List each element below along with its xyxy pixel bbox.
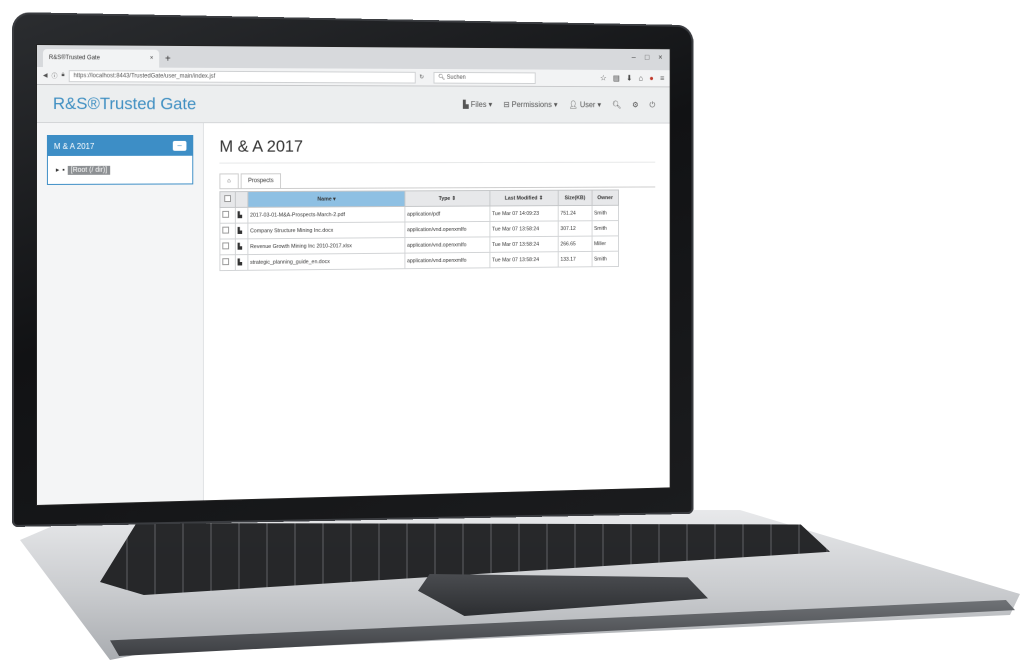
file-type: application/vnd.openxmlfo — [404, 236, 490, 254]
home-icon[interactable]: ⌂ — [639, 74, 643, 83]
tab-prospects[interactable]: Prospects — [240, 173, 282, 189]
file-icon: ▙ — [235, 223, 248, 239]
top-menu: ▙ Files ▾ ⊟ Permissions ▾ 👤︎ User ▾ 🔍︎ ⚙… — [463, 100, 655, 110]
file-size: 133.17 — [558, 251, 592, 268]
folder-panel: M & A 2017 – ▸ ▪ [Root (/ dir)] — [46, 134, 194, 185]
browser-tab-title: R&S®Trusted Gate — [48, 55, 100, 62]
close-tab-icon[interactable]: × — [150, 56, 153, 62]
header-last-modified[interactable]: Last Modified ⇕ — [489, 190, 559, 206]
url-field[interactable]: https://localhost:8443/TrustedGate/user_… — [68, 69, 416, 84]
files-menu[interactable]: ▙ Files ▾ — [463, 100, 492, 109]
address-bar: ◀ ⓘ 🔒︎ https://localhost:8443/TrustedGat… — [36, 67, 670, 88]
permissions-menu[interactable]: ⊟ Permissions ▾ — [503, 100, 557, 109]
page-title: M & A 2017 — [219, 136, 656, 164]
tree-node-root[interactable]: [Root (/ dir)] — [67, 165, 111, 175]
row-checkbox[interactable] — [219, 207, 236, 224]
collapse-button[interactable]: – — [172, 140, 187, 151]
app-header: R&S®Trusted Gate ▙ Files ▾ ⊟ Permissions… — [36, 85, 670, 124]
browser-tabbar: R&S®Trusted Gate × + – □ × — [36, 45, 670, 71]
laptop: R&S®Trusted Gate × + – □ × ◀ ⓘ 🔒︎ https:… — [0, 0, 1025, 663]
bookmark-star-icon[interactable]: ☆ — [600, 74, 607, 83]
browser-toolbar-icons: ☆ ▤ ⬇ ⌂ ● ≡ — [600, 74, 664, 83]
tree-expand-icon[interactable]: ▸ — [56, 166, 59, 174]
sidebar: M & A 2017 – ▸ ▪ [Root (/ dir)] — [36, 123, 204, 506]
power-icon[interactable]: ⏻ — [650, 100, 656, 110]
file-owner: Smith — [591, 220, 619, 237]
file-owner: Smith — [591, 205, 619, 221]
tab-strip: ⌂ Prospects — [219, 172, 656, 190]
lock-icon: 🔒︎ — [61, 72, 65, 79]
row-checkbox[interactable] — [219, 254, 236, 271]
folder-icon: ▪ — [62, 166, 65, 174]
minimize-icon[interactable]: – — [632, 53, 636, 62]
info-icon[interactable]: ⓘ — [52, 71, 58, 80]
select-all-checkbox[interactable] — [219, 191, 236, 208]
new-tab-icon[interactable]: + — [165, 54, 171, 65]
close-window-icon[interactable]: × — [658, 53, 662, 62]
search-icon[interactable]: 🔍︎ — [612, 101, 621, 110]
file-icon: ▙ — [235, 254, 248, 271]
file-owner: Miller — [591, 235, 619, 252]
header-owner[interactable]: Owner — [591, 189, 619, 206]
file-type: application/vnd.openxmlfo — [404, 221, 490, 238]
file-icon: ▙ — [235, 238, 248, 255]
file-icon: ▙ — [235, 207, 248, 224]
file-size: 307.12 — [558, 220, 592, 237]
file-owner: Smith — [591, 251, 619, 267]
file-name[interactable]: 2017-03-01-M&A-Prospects-March-2.pdf — [247, 206, 405, 224]
file-modified: Tue Mar 07 13:58:24 — [489, 220, 559, 237]
file-type: application/pdf — [404, 205, 490, 223]
reload-icon[interactable]: ↻ — [419, 74, 424, 81]
addon-icon[interactable]: ● — [649, 74, 653, 83]
settings-icon[interactable]: ⚙ — [632, 101, 639, 110]
files-menu-label: Files ▾ — [470, 100, 493, 109]
menu-icon[interactable]: ≡ — [660, 74, 664, 83]
laptop-screen: R&S®Trusted Gate × + – □ × ◀ ⓘ 🔒︎ https:… — [36, 44, 671, 506]
folder-panel-title: M & A 2017 — [53, 141, 95, 151]
row-checkbox[interactable] — [219, 223, 236, 240]
browser-search-input[interactable]: 🔍︎ Suchen — [433, 71, 536, 84]
browser-search-placeholder: Suchen — [446, 74, 466, 81]
main-area: M & A 2017 ⌂ Prospects Name ▾ Type ⇕ Las… — [204, 123, 670, 502]
file-name[interactable]: Revenue Growth Mining Inc 2010-2017.xlsx — [247, 237, 405, 255]
folder-panel-header: M & A 2017 – — [47, 135, 193, 156]
table-row[interactable]: ▙ strategic_planning_guide_en.docx appli… — [219, 251, 619, 271]
user-menu-label: User ▾ — [579, 100, 602, 110]
file-name[interactable]: Company Structure Mining Inc.docx — [247, 222, 405, 239]
download-icon[interactable]: ⬇ — [626, 74, 632, 83]
file-size: 266.65 — [558, 236, 592, 252]
permissions-menu-label: Permissions ▾ — [511, 100, 558, 110]
file-modified: Tue Mar 07 13:58:24 — [489, 251, 559, 268]
folder-tree: ▸ ▪ [Root (/ dir)] — [48, 156, 192, 184]
clipboard-icon[interactable]: ▤ — [613, 74, 620, 83]
app-content: M & A 2017 – ▸ ▪ [Root (/ dir)] M & A 20… — [36, 123, 670, 506]
home-tab-icon[interactable]: ⌂ — [219, 173, 239, 189]
user-menu[interactable]: 👤︎ User ▾ — [569, 100, 601, 109]
header-name[interactable]: Name ▾ — [247, 190, 405, 208]
header-icon-col — [235, 191, 248, 208]
search-icon: 🔍︎ — [438, 74, 446, 81]
row-checkbox[interactable] — [219, 238, 236, 255]
file-type: application/vnd.openxmlfo — [404, 252, 490, 269]
file-size: 751.24 — [558, 205, 592, 221]
back-icon[interactable]: ◀ — [43, 72, 48, 79]
window-controls: – □ × — [632, 53, 663, 62]
file-modified: Tue Mar 07 13:58:24 — [489, 236, 559, 253]
brand-logo[interactable]: R&S®Trusted Gate — [53, 94, 196, 114]
file-name[interactable]: strategic_planning_guide_en.docx — [247, 253, 405, 271]
file-table: Name ▾ Type ⇕ Last Modified ⇕ Size(KB) O… — [219, 189, 619, 271]
header-size[interactable]: Size(KB) — [558, 190, 592, 206]
browser-tab[interactable]: R&S®Trusted Gate × — [42, 49, 160, 68]
file-modified: Tue Mar 07 14:09:23 — [489, 205, 559, 222]
header-type[interactable]: Type ⇕ — [404, 190, 490, 207]
maximize-icon[interactable]: □ — [645, 53, 649, 62]
